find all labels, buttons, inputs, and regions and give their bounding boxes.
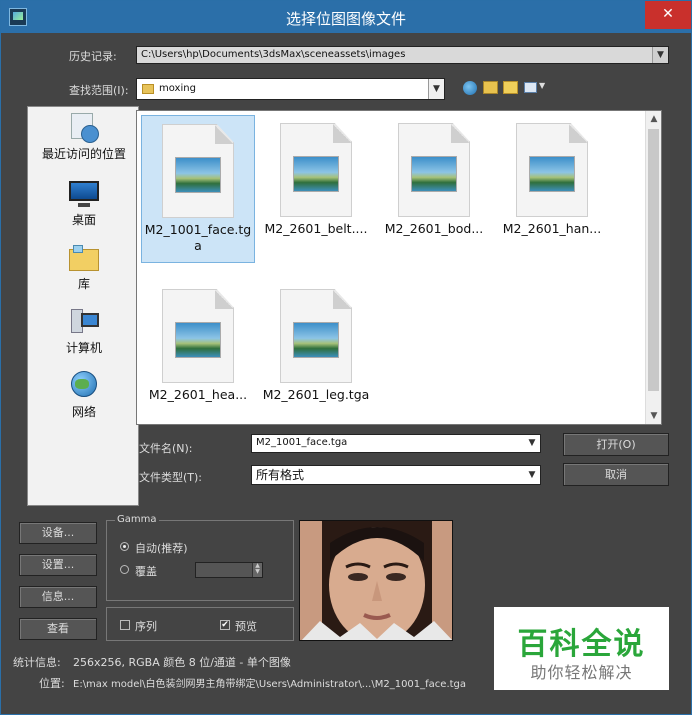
scroll-thumb[interactable] <box>648 129 659 391</box>
window-title: 选择位图图像文件 <box>285 10 406 28</box>
gamma-title: Gamma <box>115 514 159 525</box>
filename-value: M2_1001_face.tga <box>256 437 348 448</box>
chevron-down-icon[interactable]: ▼ <box>524 466 540 484</box>
file-name: M2_2601_leg.tga <box>262 387 370 402</box>
filetype-label: 文件类型(T): <box>139 471 203 484</box>
cancel-button[interactable]: 取消 <box>563 463 669 486</box>
info-button[interactable]: 信息... <box>19 586 97 608</box>
view-menu-icon[interactable] <box>524 82 537 93</box>
places-bar: 最近访问的位置 桌面 库 计算机 网络 <box>27 106 139 506</box>
filetype-select[interactable]: 所有格式 ▼ <box>251 465 541 485</box>
folder-icon <box>142 84 154 94</box>
vertical-scrollbar[interactable]: ▲ ▼ <box>645 111 661 424</box>
stats-label: 统计信息: <box>13 656 61 669</box>
dialog-client: 历史记录: C:\Users\hp\Documents\3dsMax\scene… <box>9 34 683 708</box>
image-file-icon <box>162 289 234 383</box>
gamma-override-spinner[interactable]: ▲ ▼ <box>195 562 263 578</box>
chevron-down-icon[interactable]: ▼ <box>652 47 668 63</box>
preview-label: 预览 <box>235 620 257 633</box>
places-item-computer[interactable]: 计算机 <box>28 307 140 356</box>
image-preview <box>299 520 453 641</box>
back-icon[interactable] <box>463 81 477 95</box>
file-name: M2_2601_belt.... <box>264 221 368 236</box>
places-item-network[interactable]: 网络 <box>28 371 140 420</box>
file-item[interactable]: M2_1001_face.tga <box>141 115 255 263</box>
sequence-checkbox[interactable] <box>120 620 130 630</box>
lookin-value: moxing <box>159 83 196 94</box>
libraries-icon <box>67 243 101 273</box>
places-label-recent: 最近访问的位置 <box>41 147 126 161</box>
file-name: M2_2601_han... <box>502 221 602 236</box>
filename-input[interactable]: M2_1001_face.tga ▼ <box>251 434 541 453</box>
image-file-icon <box>398 123 470 217</box>
sequence-label: 序列 <box>135 620 157 633</box>
view-dropdown-icon[interactable]: ▼ <box>539 81 545 90</box>
image-file-icon <box>516 123 588 217</box>
places-label-computer: 计算机 <box>65 341 102 355</box>
places-label-desktop: 桌面 <box>71 213 96 227</box>
image-file-icon <box>162 124 234 218</box>
title-bar[interactable]: 选择位图图像文件 ✕ <box>1 1 691 33</box>
places-label-libraries: 库 <box>77 277 90 291</box>
view-button[interactable]: 查看 <box>19 618 97 640</box>
new-folder-icon[interactable] <box>503 81 518 94</box>
chevron-down-icon[interactable]: ▼ <box>428 79 444 99</box>
gamma-auto-radio[interactable] <box>120 542 129 551</box>
gamma-group: Gamma 自动(推荐) 覆盖 ▲ ▼ <box>106 514 294 601</box>
filename-label: 文件名(N): <box>139 442 193 455</box>
chevron-down-icon[interactable]: ▼ <box>524 435 540 452</box>
filetype-value: 所有格式 <box>256 468 305 482</box>
up-folder-icon[interactable] <box>483 81 498 94</box>
places-item-libraries[interactable]: 库 <box>28 243 140 292</box>
gamma-override-radio[interactable] <box>120 565 129 574</box>
places-item-recent[interactable]: 最近访问的位置 <box>28 113 140 162</box>
spinner-arrows-icon[interactable]: ▲ ▼ <box>252 563 262 577</box>
watermark-logo: 百科全说 助你轻松解决 <box>494 607 669 690</box>
file-item[interactable]: M2_2601_bod... <box>377 115 491 263</box>
lookin-combo[interactable]: moxing ▼ <box>136 78 445 100</box>
image-file-icon <box>280 123 352 217</box>
options-group: 序列 ✔ 预览 <box>106 607 294 641</box>
history-label: 历史记录: <box>69 50 117 63</box>
close-button[interactable]: ✕ <box>645 1 691 29</box>
watermark-subtitle: 助你轻松解决 <box>530 663 633 682</box>
stats-value: 256x256, RGBA 颜色 8 位/通道 - 单个图像 <box>73 656 291 669</box>
open-button[interactable]: 打开(O) <box>563 433 669 456</box>
image-file-icon <box>280 289 352 383</box>
file-item[interactable]: M2_2601_leg.tga <box>259 281 373 429</box>
location-label: 位置: <box>39 677 65 690</box>
file-item[interactable]: M2_2601_hea... <box>141 281 255 429</box>
preview-checkbox[interactable]: ✔ <box>220 620 230 630</box>
places-label-network: 网络 <box>71 405 96 419</box>
location-value: E:\max model\白色装剑网男主角带绑定\Users\Administr… <box>73 679 467 690</box>
scroll-down-icon[interactable]: ▼ <box>646 408 662 424</box>
file-dialog-window: 选择位图图像文件 ✕ 历史记录: C:\Users\hp\Documents\3… <box>0 0 692 715</box>
history-combo[interactable]: C:\Users\hp\Documents\3dsMax\sceneassets… <box>136 46 669 64</box>
watermark-title: 百科全说 <box>517 627 646 662</box>
file-item[interactable]: M2_2601_belt.... <box>259 115 373 263</box>
computer-icon <box>67 307 101 337</box>
face-texture-preview <box>300 521 452 640</box>
scroll-up-icon[interactable]: ▲ <box>646 111 662 127</box>
file-item[interactable]: M2_2601_han... <box>495 115 609 263</box>
file-name: M2_2601_bod... <box>384 221 484 236</box>
network-icon <box>67 371 101 401</box>
desktop-icon <box>67 179 101 209</box>
lookin-label: 查找范围(I): <box>69 84 129 97</box>
gamma-auto-label: 自动(推荐) <box>135 542 188 555</box>
file-list[interactable]: M2_1001_face.tga M2_2601_belt.... M2_260… <box>136 110 662 425</box>
recent-places-icon <box>67 113 101 143</box>
file-name: M2_2601_hea... <box>148 387 248 402</box>
setup-button[interactable]: 设置... <box>19 554 97 576</box>
history-value: C:\Users\hp\Documents\3dsMax\sceneassets… <box>141 49 406 60</box>
gamma-override-label: 覆盖 <box>135 565 157 578</box>
file-name: M2_1001_face.tga <box>144 222 252 253</box>
devices-button[interactable]: 设备... <box>19 522 97 544</box>
places-item-desktop[interactable]: 桌面 <box>28 179 140 228</box>
